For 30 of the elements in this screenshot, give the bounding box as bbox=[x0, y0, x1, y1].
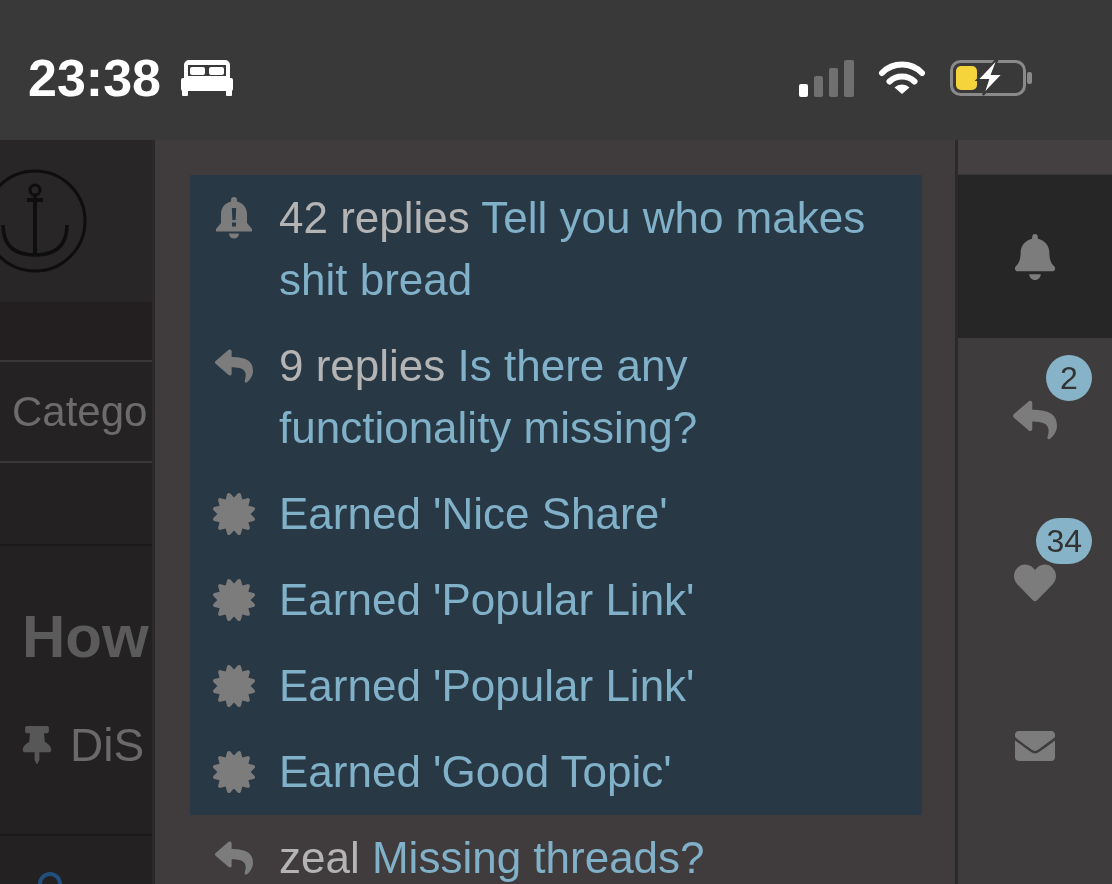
count-badge: 34 bbox=[1036, 517, 1092, 564]
notification-item[interactable]: 9 replies Is there any functionality missing? bbox=[190, 323, 922, 471]
side-tab[interactable]: 2 bbox=[958, 338, 1112, 501]
battery-icon bbox=[950, 60, 1032, 96]
certificate-icon bbox=[213, 493, 255, 535]
topic-title: How bbox=[22, 607, 150, 667]
category-label: Catego bbox=[12, 390, 148, 433]
bell-alert-icon bbox=[215, 196, 253, 240]
certificate-icon bbox=[213, 751, 255, 793]
signal-icon bbox=[799, 59, 854, 97]
topic-category: DiS bbox=[70, 722, 145, 768]
reply-icon bbox=[213, 839, 255, 877]
wifi-icon bbox=[878, 60, 926, 96]
notification-item[interactable]: Earned 'Nice Share' bbox=[190, 471, 922, 557]
notification-item[interactable]: zeal Missing threads? bbox=[190, 815, 922, 884]
notification-item[interactable]: Earned 'Popular Link' bbox=[190, 643, 922, 729]
bed-icon bbox=[181, 60, 233, 96]
bell-icon bbox=[1013, 233, 1057, 280]
side-tab[interactable] bbox=[958, 175, 1112, 338]
side-tab[interactable]: 34 bbox=[958, 501, 1112, 664]
certificate-icon bbox=[213, 665, 255, 707]
reply-icon bbox=[213, 347, 255, 385]
count-badge: 2 bbox=[1046, 354, 1092, 401]
notification-item[interactable]: 42 replies Tell you who makes shit bread bbox=[190, 175, 922, 323]
anchor-logo-icon bbox=[0, 169, 87, 273]
status-time: 23:38 bbox=[28, 52, 161, 104]
certificate-icon bbox=[213, 579, 255, 621]
arc-icon bbox=[38, 872, 62, 884]
notification-item[interactable]: Earned 'Good Topic' bbox=[190, 729, 922, 815]
notification-item[interactable]: Earned 'Popular Link' bbox=[190, 557, 922, 643]
